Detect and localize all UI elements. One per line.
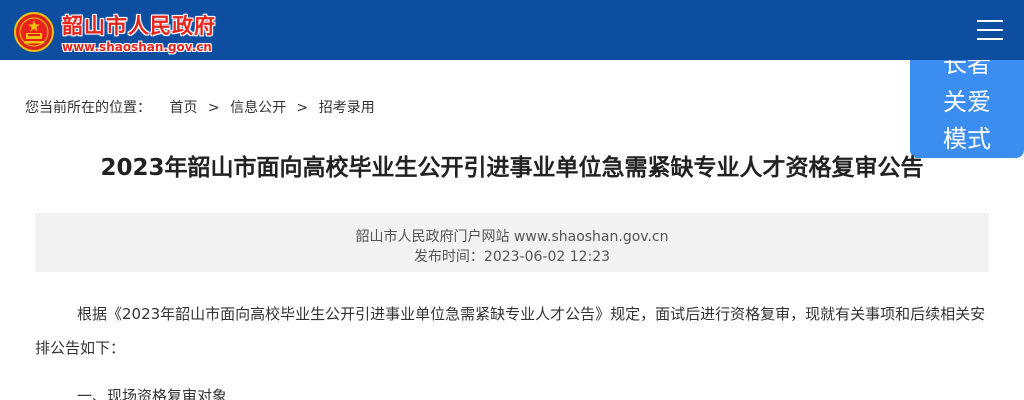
article-meta: 韶山市人民政府门户网站 www.shaoshan.gov.cn 发布时间：202… [35, 213, 989, 272]
elder-mode-line-1: 长者 [943, 60, 991, 78]
article-title: 2023年韶山市面向高校毕业生公开引进事业单位急需紧缺专业人才资格复审公告 [100, 155, 924, 181]
article-source: 韶山市人民政府门户网站 www.shaoshan.gov.cn [355, 229, 669, 245]
breadcrumb: 您当前所在的位置： 首页 > 信息公开 > 招考录用 [25, 97, 375, 117]
publish-label: 发布时间： [413, 249, 484, 265]
breadcrumb-info-disclosure[interactable]: 信息公开 [230, 97, 286, 117]
breadcrumb-separator: > [207, 100, 220, 116]
breadcrumb-prefix: 您当前所在的位置： [25, 100, 151, 116]
article-paragraph: 根据《2023年韶山市面向高校毕业生公开引进事业单位急需紧缺专业人才公告》规定，… [35, 305, 986, 357]
national-emblem-icon [14, 12, 54, 52]
article-section-heading: 一、现场资格复审对象 [77, 387, 228, 400]
site-header: 韶山市人民政府 www.shaoshan.gov.cn [0, 0, 1024, 60]
breadcrumb-recruitment[interactable]: 招考录用 [319, 97, 375, 117]
article-body: 根据《2023年韶山市面向高校毕业生公开引进事业单位急需紧缺专业人才公告》规定，… [35, 297, 989, 400]
site-url[interactable]: www.shaoshan.gov.cn [62, 40, 212, 54]
hamburger-menu-icon[interactable] [977, 17, 1005, 43]
site-name[interactable]: 韶山市人民政府 [62, 10, 216, 40]
publish-time-value: 2023-06-02 12:23 [483, 249, 611, 265]
breadcrumb-home[interactable]: 首页 [169, 97, 197, 117]
elder-mode-line-2: 关爱 [943, 88, 991, 116]
elder-care-mode-button[interactable]: 长者 关爱 模式 [910, 60, 1024, 158]
article-publish-time: 发布时间：2023-06-02 12:23 [35, 246, 989, 266]
breadcrumb-separator: > [296, 100, 309, 116]
